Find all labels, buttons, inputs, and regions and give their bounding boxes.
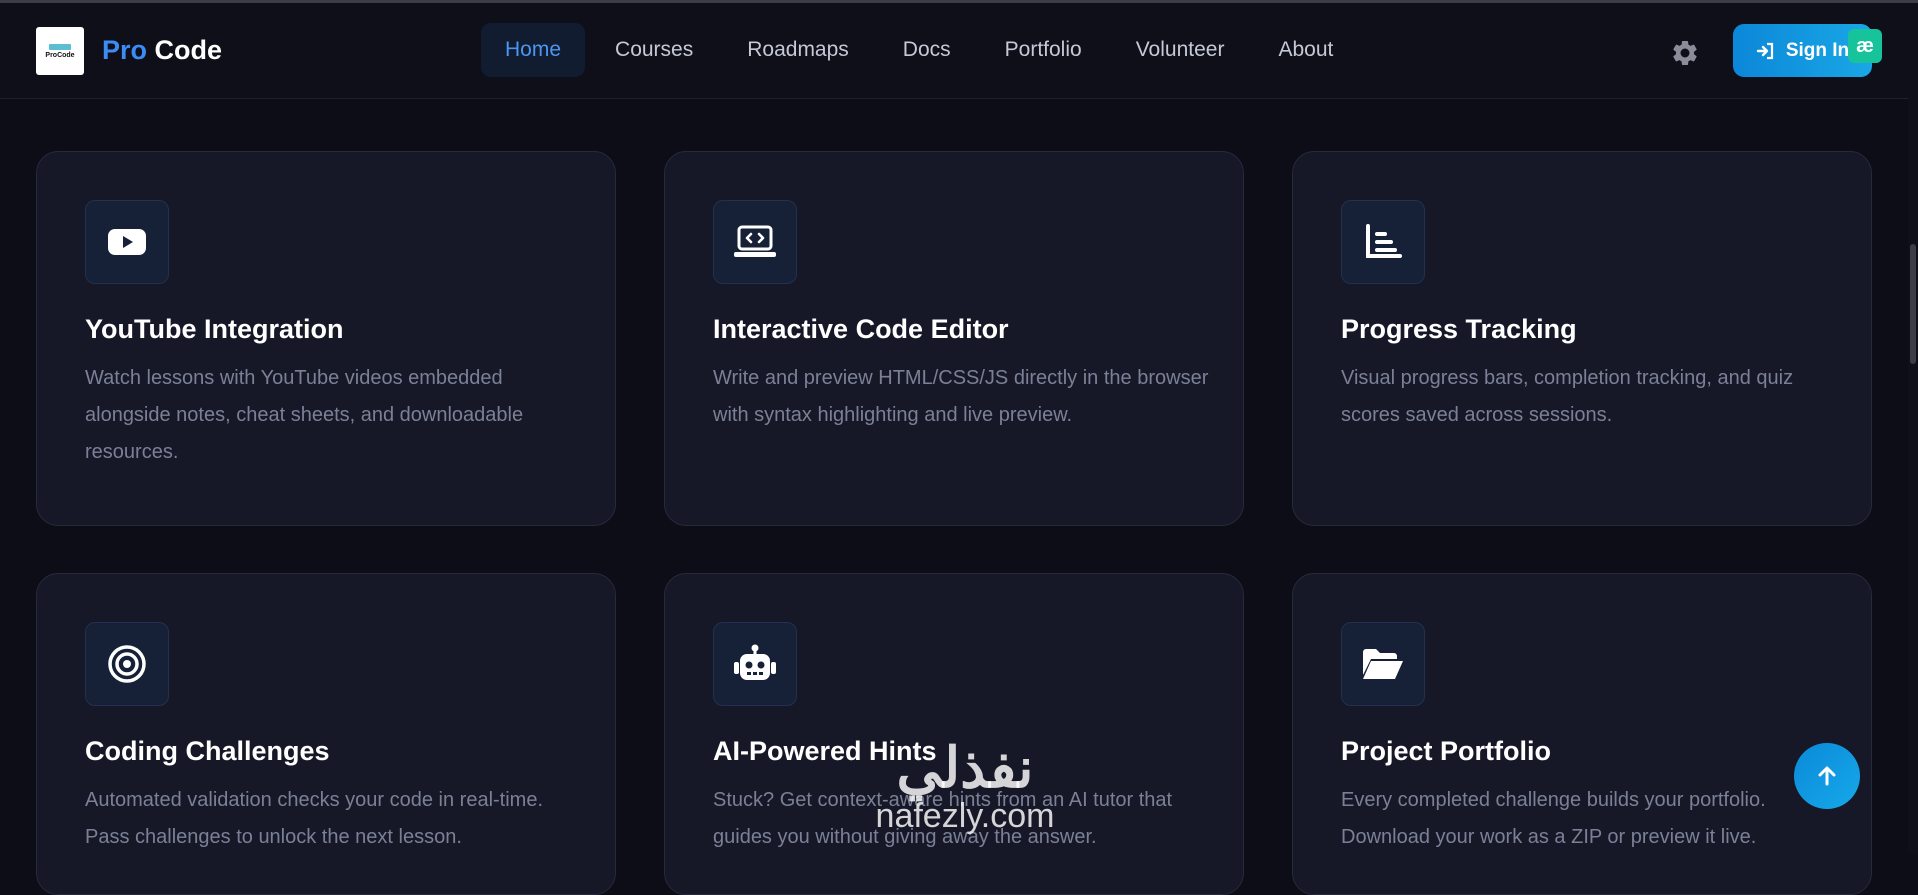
nav-courses[interactable]: Courses <box>591 23 717 77</box>
logo[interactable]: ProCode <box>36 27 84 75</box>
feature-description: Visual progress bars, completion trackin… <box>1341 367 1794 426</box>
arrow-up-icon <box>1818 766 1836 786</box>
feature-title: YouTube Integration <box>85 314 344 344</box>
feature-card-challenges: Coding Challenges Automated validation c… <box>36 573 616 895</box>
extension-badge-icon[interactable]: æ <box>1848 29 1882 63</box>
feature-card-progress: Progress Tracking Visual progress bars, … <box>1292 151 1872 526</box>
feature-card-portfolio: Project Portfolio Every completed challe… <box>1292 573 1872 895</box>
nav-roadmaps[interactable]: Roadmaps <box>723 23 873 77</box>
sign-in-label: Sign In <box>1785 39 1850 61</box>
feature-card-youtube: YouTube Integration Watch lessons with Y… <box>36 151 616 526</box>
feature-description: Write and preview HTML/CSS/JS directly i… <box>713 367 1209 426</box>
scrollbar-track[interactable] <box>1908 98 1918 854</box>
scrollbar-thumb[interactable] <box>1910 244 1916 364</box>
brand-second: Code <box>154 35 223 65</box>
nav-home[interactable]: Home <box>481 23 586 77</box>
youtube-icon <box>85 200 169 284</box>
site-header: ProCode Pro Code Home Courses Roadmaps D… <box>0 3 1918 99</box>
watermark-latin: nafezly.com <box>875 797 1055 835</box>
bar-chart-icon <box>1341 200 1425 284</box>
feature-card-ai-hints: AI-Powered Hints Stuck? Get context-awar… <box>664 573 1244 895</box>
feature-title: Coding Challenges <box>85 736 330 766</box>
feature-title: Interactive Code Editor <box>713 314 1009 344</box>
main-nav: Home Courses Roadmaps Docs Portfolio Vol… <box>481 23 1363 77</box>
nav-volunteer[interactable]: Volunteer <box>1112 23 1249 77</box>
sign-in-icon <box>1756 42 1773 59</box>
nav-about[interactable]: About <box>1254 23 1357 77</box>
robot-icon <box>713 622 797 706</box>
nav-docs[interactable]: Docs <box>879 23 975 77</box>
brand-first: Pro <box>102 35 148 65</box>
feature-card-code-editor: Interactive Code Editor Write and previe… <box>664 151 1244 526</box>
feature-description: Watch lessons with YouTube videos embedd… <box>85 367 524 463</box>
watermark-arabic: نفذلي <box>896 736 1034 799</box>
brand-name[interactable]: Pro Code <box>102 35 222 66</box>
feature-title: Project Portfolio <box>1341 736 1552 766</box>
nav-portfolio[interactable]: Portfolio <box>981 23 1106 77</box>
feature-description: Every completed challenge builds your po… <box>1341 789 1766 848</box>
laptop-code-icon <box>713 200 797 284</box>
target-icon <box>85 622 169 706</box>
watermark: نفذلي nafezly.com <box>850 740 1080 836</box>
gear-icon[interactable] <box>1670 38 1700 68</box>
feature-title: Progress Tracking <box>1341 314 1577 344</box>
logo-mark <box>49 43 71 50</box>
logo-text: ProCode <box>45 51 75 59</box>
scroll-to-top-button[interactable] <box>1794 743 1860 809</box>
folder-open-icon <box>1341 622 1425 706</box>
feature-description: Automated validation checks your code in… <box>85 789 544 848</box>
